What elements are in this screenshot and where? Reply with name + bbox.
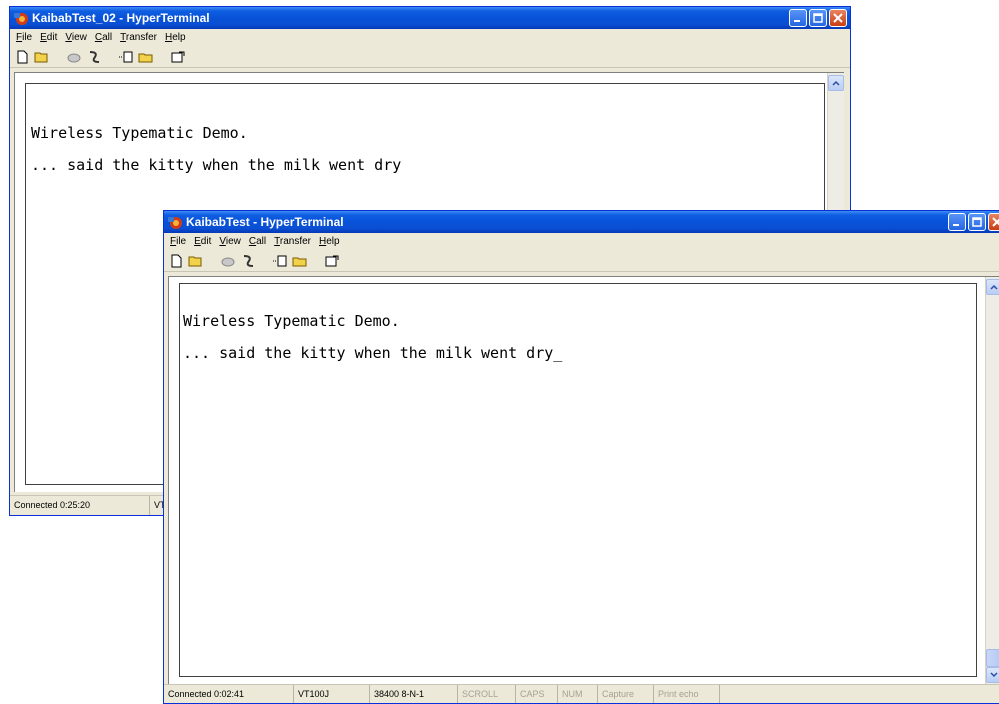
front-menu-edit[interactable]: Edit: [190, 233, 215, 250]
front-status-num: NUM: [558, 685, 598, 703]
back-status-connected: Connected 0:25:20: [10, 496, 150, 515]
front-close-button[interactable]: [988, 213, 999, 231]
send-icon[interactable]: [118, 49, 134, 65]
receive-icon[interactable]: [292, 253, 308, 269]
back-toolbar: [10, 46, 850, 68]
front-status-caps: CAPS: [516, 685, 558, 703]
disconnect-icon[interactable]: [220, 253, 236, 269]
front-window-title: KaibabTest - HyperTerminal: [186, 215, 344, 229]
front-status-print-echo: Print echo: [654, 685, 720, 703]
front-scroll-down-button[interactable]: [986, 667, 999, 683]
close-icon: [833, 13, 843, 23]
back-window-title: KaibabTest_02 - HyperTerminal: [32, 11, 210, 25]
new-icon[interactable]: [168, 253, 184, 269]
chevron-up-icon: [832, 80, 840, 86]
chevron-up-icon: [990, 284, 998, 290]
front-maximize-button[interactable]: [968, 213, 986, 231]
front-status-connected: Connected 0:02:41: [164, 685, 294, 703]
receive-icon[interactable]: [138, 49, 154, 65]
maximize-icon: [972, 217, 982, 227]
back-menu-edit[interactable]: Edit: [36, 29, 61, 46]
back-menu-help[interactable]: Help: [161, 29, 190, 46]
front-status-port: 38400 8-N-1: [370, 685, 458, 703]
new-icon[interactable]: [14, 49, 30, 65]
back-title-bar[interactable]: KaibabTest_02 - HyperTerminal: [10, 7, 850, 29]
open-icon[interactable]: [34, 49, 50, 65]
front-terminal-area: Wireless Typematic Demo. ... said the ki…: [168, 276, 999, 685]
front-menu-file[interactable]: File: [166, 233, 190, 250]
front-menu-help[interactable]: Help: [315, 233, 344, 250]
back-menu-bar: File Edit View Call Transfer Help: [10, 29, 850, 46]
back-menu-transfer[interactable]: Transfer: [116, 29, 161, 46]
dial-icon[interactable]: [86, 49, 102, 65]
back-menu-file[interactable]: File: [12, 29, 36, 46]
front-status-filler: [720, 685, 999, 703]
front-status-bar: Connected 0:02:41 VT100J 38400 8-N-1 SCR…: [164, 684, 999, 703]
back-menu-call[interactable]: Call: [91, 29, 116, 46]
disconnect-icon[interactable]: [66, 49, 82, 65]
hyperterminal-app-icon: [168, 217, 182, 229]
front-title-bar[interactable]: KaibabTest - HyperTerminal: [164, 211, 999, 233]
properties-icon[interactable]: [170, 49, 186, 65]
front-scroll-up-button[interactable]: [986, 279, 999, 295]
minimize-icon: [794, 20, 800, 22]
front-toolbar: [164, 250, 999, 272]
front-menu-view[interactable]: View: [215, 233, 245, 250]
close-icon: [992, 217, 999, 227]
front-terminal-line-2[interactable]: ... said the kitty when the milk went dr…: [183, 337, 562, 369]
hyperterminal-app-icon: [14, 13, 28, 25]
properties-icon[interactable]: [324, 253, 340, 269]
back-close-button[interactable]: [829, 9, 847, 27]
open-icon[interactable]: [188, 253, 204, 269]
dial-icon[interactable]: [240, 253, 256, 269]
front-status-emulation: VT100J: [294, 685, 370, 703]
back-terminal-line-1: Wireless Typematic Demo.: [31, 124, 248, 142]
back-scroll-up-button[interactable]: [828, 75, 844, 91]
front-menu-transfer[interactable]: Transfer: [270, 233, 315, 250]
front-menu-call[interactable]: Call: [245, 233, 270, 250]
minimize-icon: [953, 224, 959, 226]
front-minimize-button[interactable]: [948, 213, 966, 231]
back-minimize-button[interactable]: [789, 9, 807, 27]
send-icon[interactable]: [272, 253, 288, 269]
front-window: KaibabTest - HyperTerminal File Edit View C…: [163, 210, 999, 704]
front-status-scroll: SCROLL: [458, 685, 516, 703]
front-terminal-line-1: Wireless Typematic Demo.: [183, 312, 400, 330]
front-scrollbar[interactable]: [985, 277, 999, 685]
maximize-icon: [813, 13, 823, 23]
front-status-capture: Capture: [598, 685, 654, 703]
back-terminal-line-2: ... said the kitty when the milk went dr…: [31, 156, 402, 174]
chevron-down-icon: [990, 672, 998, 678]
front-scroll-thumb[interactable]: [986, 649, 999, 667]
back-maximize-button[interactable]: [809, 9, 827, 27]
back-menu-view[interactable]: View: [61, 29, 91, 46]
front-menu-bar: File Edit View Call Transfer Help: [164, 233, 999, 250]
